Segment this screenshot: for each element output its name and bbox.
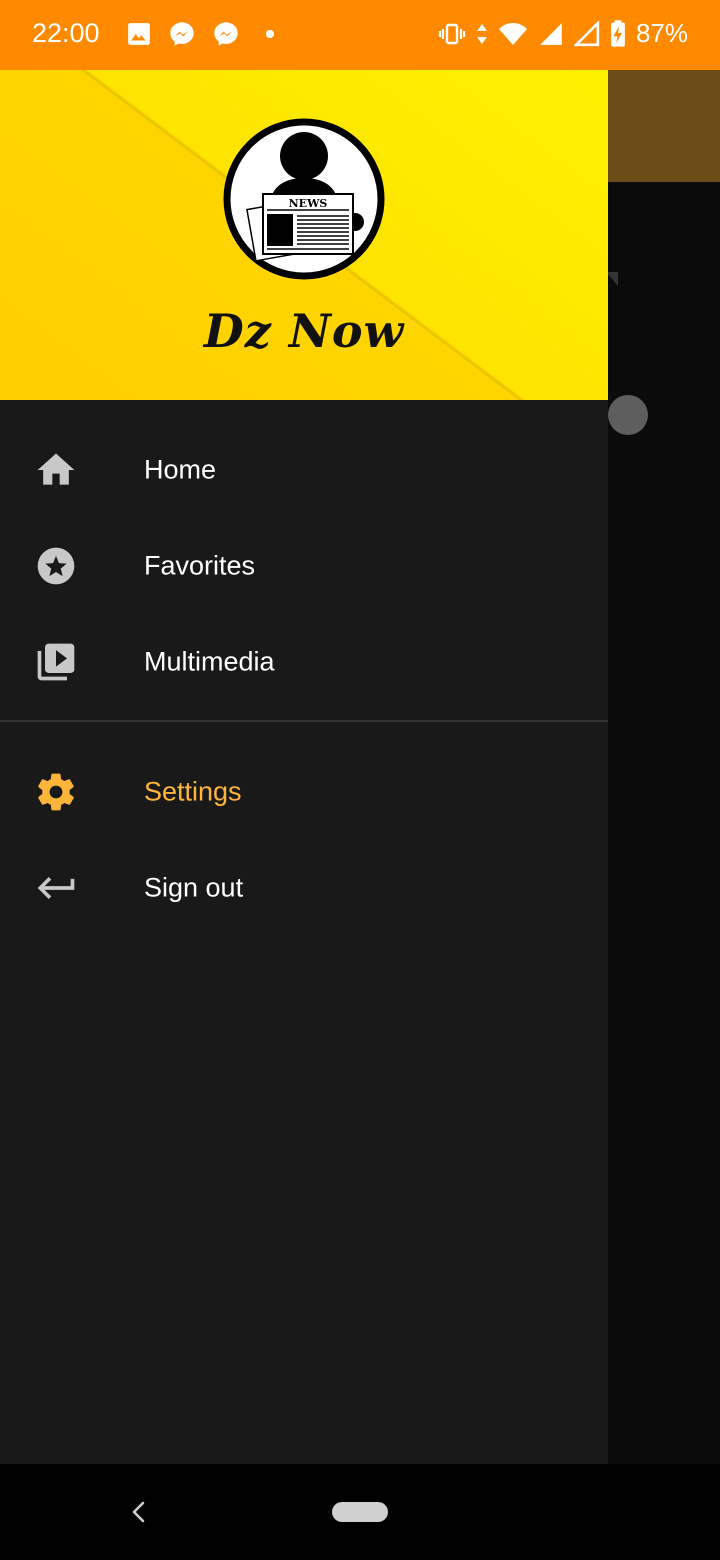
menu-item-label: Home (144, 454, 217, 485)
messenger-icon (214, 22, 238, 46)
menu-item-sign-out[interactable]: Sign out (0, 840, 608, 936)
menu-item-label: Favorites (144, 550, 256, 581)
dot-icon (265, 29, 275, 39)
notification-icons (126, 20, 284, 48)
star-circle-icon (37, 547, 75, 585)
battery-charging-icon (611, 19, 625, 47)
signal-icon (540, 22, 562, 45)
background-app-bar (608, 70, 720, 182)
logo-text: NEWS (289, 197, 328, 210)
back-icon[interactable] (128, 1500, 150, 1524)
vibrate-icon (438, 23, 466, 44)
gear-icon (38, 773, 74, 811)
background-fab (608, 395, 648, 435)
menu-item-settings[interactable]: Settings (0, 744, 608, 840)
home-pill-button[interactable] (332, 1502, 388, 1522)
menu-item-home[interactable]: Home (0, 422, 608, 518)
data-arrows-icon (476, 23, 487, 44)
image-icon (128, 23, 150, 45)
battery-percent: 87% (635, 18, 688, 48)
app-logo: NEWS (223, 118, 385, 280)
system-nav-bar (0, 1464, 720, 1560)
status-bar: 22:00 87% (0, 0, 720, 70)
menu-item-label: Multimedia (144, 646, 275, 677)
navigation-drawer: NEWS Dz Now Home Favorites Multimedia Se… (0, 70, 608, 1464)
menu-item-multimedia[interactable]: Multimedia (0, 614, 608, 710)
app-title: Dz Now (203, 304, 405, 358)
signal-icon (573, 20, 600, 46)
messenger-icon (170, 22, 194, 46)
menu-item-label: Sign out (144, 872, 244, 903)
system-icons: 87% (438, 18, 688, 49)
sign-out-arrow-icon (37, 877, 75, 899)
video-library-icon (37, 643, 75, 681)
wifi-icon (498, 22, 527, 45)
status-time: 22:00 (32, 18, 100, 48)
menu-item-label: Settings (144, 776, 242, 807)
home-icon (37, 453, 75, 485)
menu-item-favorites[interactable]: Favorites (0, 518, 608, 614)
drawer-header: NEWS Dz Now (0, 70, 608, 400)
menu-divider (0, 720, 608, 722)
